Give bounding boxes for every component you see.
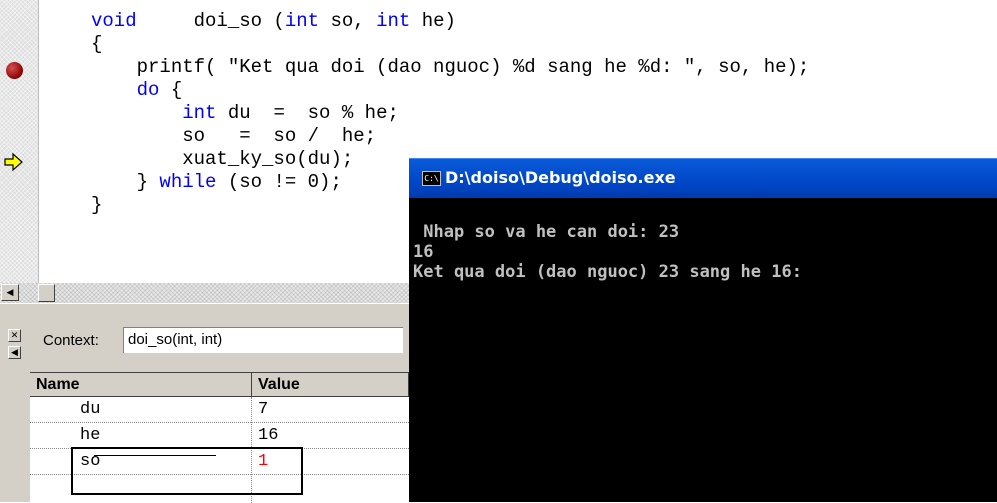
code-text: du = so % he;	[216, 102, 399, 124]
console-icon[interactable]: C:\	[422, 171, 441, 186]
current-line-arrow-icon	[4, 152, 23, 172]
code-keyword: int	[284, 10, 320, 32]
editor-gutter[interactable]	[0, 0, 39, 283]
code-text: {	[159, 79, 183, 101]
console-title: D:\doiso\Debug\doiso.exe	[445, 168, 676, 187]
locals-grid: Name Value du 7 he 16 so 1	[30, 372, 409, 503]
locals-pane: ✕ ◀ Context: doi_so(int, int) Name Value…	[0, 304, 409, 503]
code-line[interactable]: void doi_so (int so, int he)	[91, 10, 456, 32]
context-label: Context:	[43, 332, 99, 349]
code-text: so,	[319, 10, 377, 32]
column-header-value[interactable]: Value	[252, 373, 409, 397]
code-text: doi_so (	[136, 10, 285, 32]
code-line[interactable]: so = so / he;	[91, 125, 376, 147]
code-text: he)	[410, 10, 456, 32]
close-icon[interactable]: ✕	[8, 329, 21, 342]
code-line[interactable]: } while (so != 0);	[91, 171, 342, 193]
console-title-bar[interactable]: C:\ D:\doiso\Debug\doiso.exe	[409, 158, 997, 198]
code-line[interactable]: do {	[91, 79, 183, 101]
code-line[interactable]: int du = so % he;	[91, 102, 399, 124]
console-window[interactable]: C:\ D:\doiso\Debug\doiso.exe Nhap so va …	[409, 158, 997, 502]
scroll-left-arrow-icon[interactable]: ◀	[1, 284, 19, 301]
code-keyword: while	[159, 171, 217, 193]
pane-side-bar: ✕ ◀	[0, 304, 30, 502]
code-line[interactable]: xuat_ky_so(du);	[91, 148, 353, 170]
table-row[interactable]: he 16	[30, 423, 409, 449]
breakpoint-icon[interactable]	[6, 62, 23, 79]
variable-value[interactable]: 16	[258, 423, 278, 449]
code-keyword: do	[136, 79, 160, 101]
code-text: printf( "Ket qua doi (dao nguoc) %d sang…	[91, 56, 810, 78]
code-keyword: int	[376, 10, 411, 32]
variable-value[interactable]: 7	[258, 397, 268, 423]
code-line[interactable]: {	[91, 33, 102, 55]
code-line[interactable]: printf( "Ket qua doi (dao nguoc) %d sang…	[91, 56, 810, 78]
code-text: xuat_ky_so(du);	[91, 148, 354, 170]
code-keyword: int	[182, 102, 217, 124]
table-row[interactable]: du 7	[30, 397, 409, 423]
code-text: (so != 0);	[216, 171, 342, 193]
code-text: so = so / he;	[91, 125, 377, 147]
variable-name: du	[80, 400, 101, 419]
scroll-thumb[interactable]	[38, 284, 55, 302]
column-header-name[interactable]: Name	[30, 373, 252, 397]
code-keyword: void	[91, 10, 137, 32]
code-text: {	[91, 33, 103, 55]
context-select[interactable]: doi_so(int, int)	[123, 327, 403, 353]
code-text: }	[91, 171, 160, 193]
editor-horizontal-scrollbar[interactable]: ◀	[0, 283, 409, 303]
console-output[interactable]: Nhap so va he can doi: 23 16 Ket qua doi…	[413, 222, 802, 282]
annotation-highlight-box	[71, 447, 303, 495]
variable-name: he	[80, 426, 101, 445]
code-text: }	[91, 194, 103, 216]
code-line[interactable]: }	[91, 194, 102, 216]
pin-icon[interactable]: ◀	[8, 346, 21, 359]
